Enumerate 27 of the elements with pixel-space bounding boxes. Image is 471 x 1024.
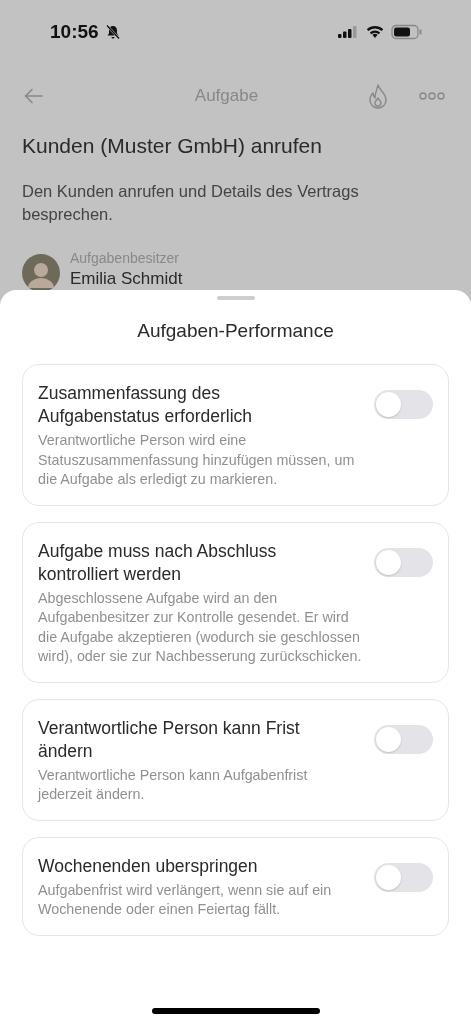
option-title: Wochenenden uberspringen bbox=[38, 854, 259, 878]
flame-icon[interactable] bbox=[367, 83, 389, 109]
status-time: 10:56 bbox=[50, 21, 99, 43]
muted-bell-icon bbox=[104, 24, 121, 40]
option-description: Aufgabenfrist wird verlängert, wenn sie auf ein Wochenende oder einen Feiertag fällt. bbox=[38, 880, 333, 919]
toggle-switch[interactable] bbox=[374, 724, 433, 754]
battery-icon bbox=[391, 24, 423, 40]
screen-title: Aufgabe bbox=[193, 86, 260, 106]
option-description: Abgeschlossene Aufgabe wird an den Aufgabenbesitzer zur Kontrolle gesendet. Er wird die Aufgabe akzeptieren (wodurch sie geschlossen wird), oder sie zur Nachbesserung zurückschicken. bbox=[38, 588, 363, 666]
wifi-icon bbox=[365, 25, 385, 39]
option-description: Verantwortliche Person kann Aufgabenfrist jederzeit ändern. bbox=[38, 765, 309, 804]
toggle-switch[interactable] bbox=[374, 390, 433, 419]
toggle-switch[interactable] bbox=[374, 547, 433, 577]
more-icon[interactable] bbox=[419, 91, 445, 101]
option-title: Verantwortliche Person kann Frist ändern bbox=[38, 716, 301, 763]
option-title: Aufgabe muss nach Abschluss kontrolliert werden bbox=[38, 539, 278, 586]
toggle-switch[interactable] bbox=[374, 862, 433, 892]
signal-icon bbox=[337, 25, 359, 39]
task-title: Kunden (Muster GmbH) anrufen bbox=[22, 134, 323, 158]
sheet-handle[interactable] bbox=[216, 296, 255, 300]
owner-name: Emilia Schmidt bbox=[70, 268, 183, 290]
option-title: Zusammenfassung des Aufgabenstatus erforderlich bbox=[38, 382, 254, 428]
avatar-icon bbox=[22, 254, 60, 290]
task-description: Den Kunden anrufen und Details des Vertrags besprechen. bbox=[22, 181, 360, 225]
option-description: Verantwortliche Person wird eine Statuszusammenfassung hinzufügen müssen, um die Aufgabe als erledigt zu markieren. bbox=[38, 431, 356, 489]
owner-label: Aufgabenbesitzer bbox=[70, 249, 180, 268]
sheet-title: Aufgaben-Performance bbox=[136, 320, 335, 342]
